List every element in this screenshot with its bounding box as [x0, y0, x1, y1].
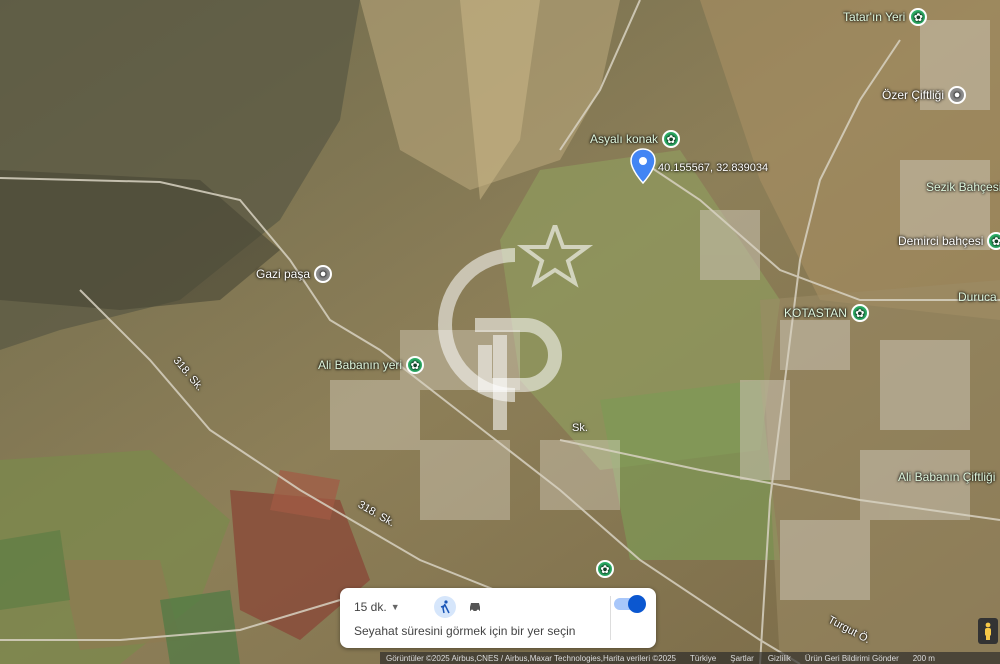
street-view-pegman-icon[interactable]: [978, 618, 998, 644]
chevron-down-icon: ▼: [390, 602, 400, 612]
terms-link[interactable]: Şartlar: [730, 654, 754, 663]
poi-duruca[interactable]: Duruca: [958, 290, 997, 304]
pin-icon: ●: [948, 86, 967, 104]
walk-icon[interactable]: [433, 596, 456, 618]
scale-label: 200 m: [912, 653, 935, 663]
flower-icon: ✿: [909, 8, 928, 26]
watermark-logo: [438, 225, 594, 430]
flower-icon: ✿: [850, 304, 869, 322]
country-link[interactable]: Türkiye: [690, 654, 716, 663]
poi-unnamed[interactable]: ✿: [596, 560, 614, 578]
road-label: Sk.: [572, 422, 588, 434]
poi-sezik[interactable]: Sezik Bahçesi: [926, 180, 1000, 194]
travel-message: Seyahat süresini görmek için bir yer seç…: [354, 624, 576, 638]
poi-demirci[interactable]: Demirci bahçesi ✿: [898, 232, 1000, 250]
flower-icon: ✿: [406, 356, 425, 374]
location-pin-icon[interactable]: [630, 148, 656, 184]
travel-time-toggle[interactable]: [614, 595, 646, 613]
flower-icon: ✿: [596, 560, 614, 578]
divider: [610, 596, 611, 640]
imagery-attribution: Görüntüler ©2025 Airbus,CNES / Airbus,Ma…: [386, 653, 677, 663]
travel-time-select[interactable]: 15 dk. ▼: [354, 600, 400, 614]
poi-kotastan[interactable]: KOTASTAN ✿: [784, 304, 869, 322]
flower-icon: ✿: [987, 232, 1000, 250]
privacy-link[interactable]: Gizlilik: [768, 654, 791, 663]
poi-alibaba-ciftlik[interactable]: Ali Babanın Çiftliği: [898, 470, 995, 484]
pin-icon: ●: [314, 265, 333, 283]
poi-asyali[interactable]: Asyalı konak ✿: [590, 130, 681, 148]
feedback-link[interactable]: Ürün Geri Bildirimi Gönder: [805, 654, 899, 663]
poi-ozer[interactable]: Özer Çiftliği ●: [882, 86, 967, 104]
poi-alibaba[interactable]: Ali Babanın yeri ✿: [318, 356, 425, 374]
poi-tatarin[interactable]: Tatar'ın Yeri ✿: [843, 8, 928, 26]
car-icon[interactable]: [464, 596, 486, 618]
poi-gazi[interactable]: Gazi paşa ●: [256, 265, 333, 283]
travel-time-panel: 15 dk. ▼ Seyahat süresini görmek için bi…: [340, 588, 656, 648]
map-footer: Görüntüler ©2025 Airbus,CNES / Airbus,Ma…: [380, 652, 1000, 664]
flower-icon: ✿: [662, 130, 681, 148]
pin-coordinates: 40.155567, 32.839034: [658, 162, 769, 174]
